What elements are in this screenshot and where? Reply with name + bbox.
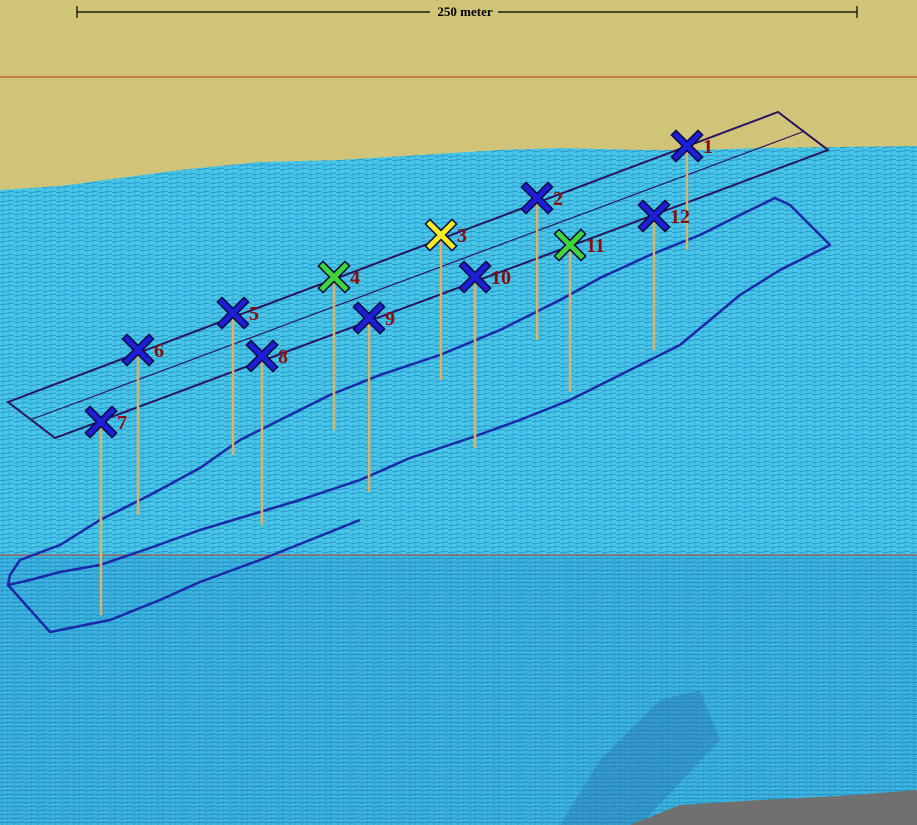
marker-label: 10 bbox=[491, 267, 511, 289]
scale-bar-label: 250 meter bbox=[437, 4, 492, 19]
marker-label: 11 bbox=[586, 235, 605, 257]
marker-label: 9 bbox=[385, 308, 395, 330]
marker-label: 6 bbox=[154, 340, 164, 362]
marker-label: 7 bbox=[117, 412, 127, 434]
marker-label: 3 bbox=[457, 225, 467, 247]
marker-label: 1 bbox=[703, 136, 713, 158]
marker-label: 12 bbox=[670, 206, 690, 228]
marker-label: 5 bbox=[249, 303, 259, 325]
marker-label: 2 bbox=[553, 188, 563, 210]
marker-label: 4 bbox=[350, 267, 360, 289]
marker-label: 8 bbox=[278, 346, 288, 368]
sea-deep-zone bbox=[0, 555, 917, 825]
bathymetry-scene: 250 meter 123456789101112 bbox=[0, 0, 917, 825]
